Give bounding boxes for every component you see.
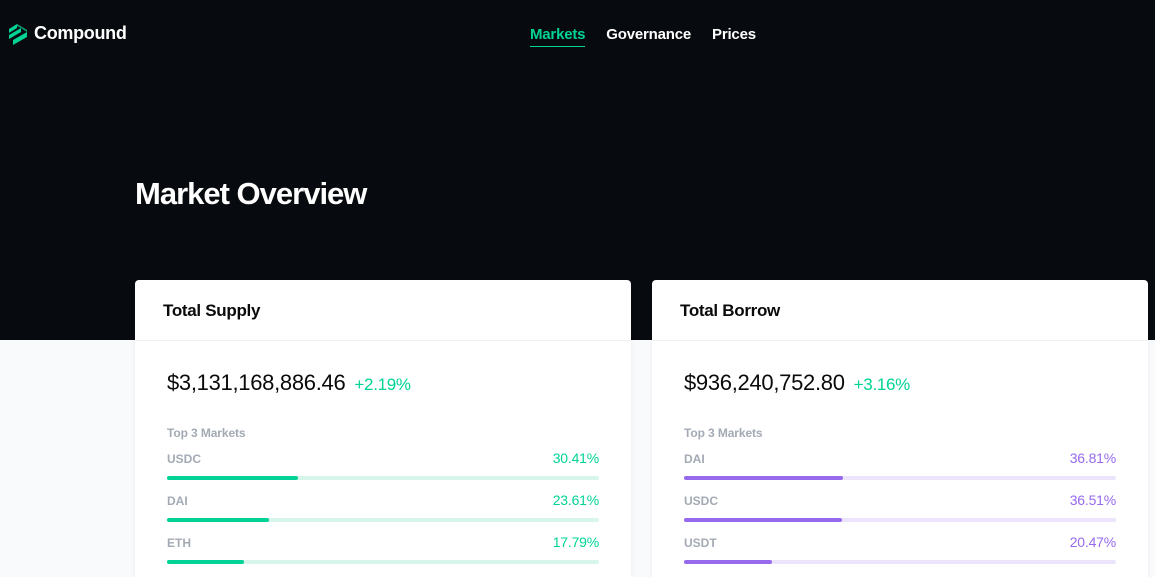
card-title: Total Supply [163,301,261,320]
market-row[interactable]: DAI 36.81% [684,450,1116,480]
total-borrow-change: +3.16% [853,375,911,394]
total-line: $3,131,168,886.46 +2.19% [167,370,599,396]
market-bar-track [167,476,599,480]
market-name: ETH [167,536,191,550]
market-name: DAI [167,494,188,508]
page-title: Market Overview [135,176,367,211]
card-body: $936,240,752.80 +3.16% Top 3 Markets DAI… [652,341,1148,564]
total-borrow-card[interactable]: Total Borrow $936,240,752.80 +3.16% Top … [652,280,1148,577]
total-line: $936,240,752.80 +3.16% [684,370,1116,396]
market-percent: 30.41% [552,450,599,466]
market-bar-track [167,518,599,522]
market-bar-fill [167,560,244,564]
top-markets-label: Top 3 Markets [167,426,246,440]
market-percent: 36.81% [1069,450,1116,466]
card-title: Total Borrow [680,301,780,320]
brand-name: Compound [34,22,127,43]
market-percent: 36.51% [1069,492,1116,508]
market-bar-fill [167,476,299,480]
market-percent: 23.61% [552,492,599,508]
compound-logo-icon [9,24,27,45]
market-bar-fill [684,476,844,480]
market-name: USDC [684,494,719,508]
market-row[interactable]: ETH 17.79% [167,534,599,564]
card-header: Total Borrow [652,280,1148,341]
total-supply-change: +2.19% [354,375,411,394]
nav-markets[interactable]: Markets [530,26,585,47]
brand-logo[interactable]: Compound [8,20,127,46]
market-bar-track [684,560,1116,564]
total-supply-card[interactable]: Total Supply $3,131,168,886.46 +2.19% To… [135,280,631,577]
market-name: USDT [684,536,717,550]
card-header: Total Supply [135,280,631,341]
market-percent: 20.47% [1069,534,1116,550]
market-row[interactable]: USDT 20.47% [684,534,1116,564]
market-bar-fill [684,560,773,564]
market-row[interactable]: USDC 36.51% [684,492,1116,522]
market-name: USDC [167,452,202,466]
market-bar-track [684,476,1116,480]
card-body: $3,131,168,886.46 +2.19% Top 3 Markets U… [135,341,631,564]
market-name: DAI [684,452,705,466]
market-percent: 17.79% [552,534,599,550]
market-bar-track [167,560,599,564]
total-borrow-value: $936,240,752.80 [684,370,845,395]
nav-governance[interactable]: Governance [606,26,691,47]
market-bar-fill [684,518,842,522]
market-row[interactable]: USDC 30.41% [167,450,599,480]
market-bar-fill [167,518,269,522]
nav-prices[interactable]: Prices [712,26,756,47]
market-bar-track [684,518,1116,522]
top-markets-label: Top 3 Markets [684,426,763,440]
total-supply-value: $3,131,168,886.46 [167,370,346,395]
main-nav: Markets Governance Prices [530,26,756,47]
market-row[interactable]: DAI 23.61% [167,492,599,522]
